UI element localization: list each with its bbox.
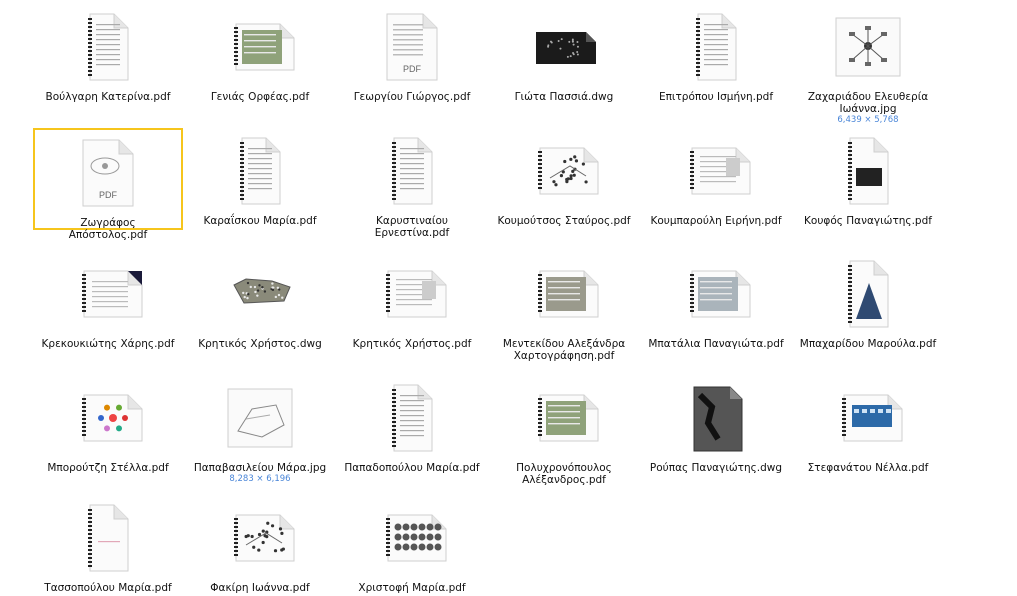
pdf-diagram-icon: PDF bbox=[48, 134, 168, 212]
file-name: Βούλγαρη Κατερίνα.pdf bbox=[33, 91, 183, 103]
file-name: Γεωργίου Γιώργος.pdf bbox=[337, 91, 487, 103]
file-name: Καρυστιναίου Ερνεστίνα.pdf bbox=[337, 215, 487, 239]
doc-landscape-flower-icon bbox=[48, 379, 168, 457]
file-item[interactable]: Φακίρη Ιωάννα.pdf bbox=[185, 499, 335, 594]
file-name: Ρούπας Παναγιώτης.dwg bbox=[641, 462, 791, 474]
file-item[interactable]: Κρεκουκιώτης Χάρης.pdf bbox=[33, 255, 183, 350]
file-item[interactable]: Καρυστιναίου Ερνεστίνα.pdf bbox=[337, 132, 487, 239]
file-item[interactable]: Βούλγαρη Κατερίνα.pdf bbox=[33, 8, 183, 103]
file-name: Πολυχρονόπουλος Αλέξανδρος.pdf bbox=[489, 462, 639, 486]
pdf-text-icon: PDF bbox=[352, 8, 472, 86]
file-name: Ζωγράφος Απόστολος.pdf bbox=[35, 217, 181, 241]
file-name: Μπατάλια Παναγιώτα.pdf bbox=[641, 338, 791, 350]
file-name: Κρητικός Χρήστος.dwg bbox=[185, 338, 335, 350]
file-item[interactable]: Μπατάλια Παναγιώτα.pdf bbox=[641, 255, 791, 350]
doc-binder-icon bbox=[352, 132, 472, 210]
dwg-map-icon bbox=[200, 255, 320, 333]
file-item[interactable]: Κρητικός Χρήστος.dwg bbox=[185, 255, 335, 350]
file-item[interactable]: Κουφός Παναγιώτης.pdf bbox=[793, 132, 943, 227]
file-name: Κρητικός Χρήστος.pdf bbox=[337, 338, 487, 350]
file-name: Χριστοφή Μαρία.pdf bbox=[337, 582, 487, 594]
dwg-dark-icon bbox=[504, 8, 624, 86]
file-item[interactable]: Παπαδοπούλου Μαρία.pdf bbox=[337, 379, 487, 474]
doc-landscape-green-icon bbox=[504, 379, 624, 457]
file-item[interactable]: Γενιάς Ορφέας.pdf bbox=[185, 8, 335, 103]
file-name: Καραΐσκου Μαρία.pdf bbox=[185, 215, 335, 227]
file-name: Στεφανάτου Νέλλα.pdf bbox=[793, 462, 943, 474]
file-item[interactable]: Ζαχαριάδου Ελευθερία Ιωάννα.jpg 6,439 × 5… bbox=[793, 8, 943, 125]
doc-landscape-icon bbox=[352, 255, 472, 333]
file-name: Ζαχαριάδου Ελευθερία Ιωάννα.jpg bbox=[793, 91, 943, 115]
doc-landscape-icon bbox=[656, 132, 776, 210]
image-diagram-icon bbox=[808, 8, 928, 86]
doc-landscape-photo-icon bbox=[656, 255, 776, 333]
doc-binder-dark-icon bbox=[808, 132, 928, 210]
file-name: Τασσοπούλου Μαρία.pdf bbox=[33, 582, 183, 594]
doc-binder-icon bbox=[352, 379, 472, 457]
image-dimensions: 6,439 × 5,768 bbox=[793, 115, 943, 125]
file-item[interactable]: Κουμούτσος Σταύρος.pdf bbox=[489, 132, 639, 227]
file-item[interactable]: Μπορούτζη Στέλλα.pdf bbox=[33, 379, 183, 474]
file-name: Γιώτα Πασσιά.dwg bbox=[489, 91, 639, 103]
file-name: Επιτρόπου Ισμήνη.pdf bbox=[641, 91, 791, 103]
doc-binder-pyramid-icon bbox=[808, 255, 928, 333]
doc-binder-icon bbox=[656, 8, 776, 86]
file-name: Μεντεκίδου Αλεξάνδρα Χαρτογράφηση.pdf bbox=[489, 338, 639, 362]
doc-landscape-blue-icon bbox=[808, 379, 928, 457]
doc-binder-icon bbox=[200, 132, 320, 210]
doc-landscape-grid-icon bbox=[352, 499, 472, 577]
dwg-grey-icon bbox=[656, 379, 776, 457]
svg-text:PDF: PDF bbox=[99, 190, 118, 200]
file-name: Παπαδοπούλου Μαρία.pdf bbox=[337, 462, 487, 474]
file-item[interactable]: Καραΐσκου Μαρία.pdf bbox=[185, 132, 335, 227]
file-name: Γενιάς Ορφέας.pdf bbox=[185, 91, 335, 103]
file-name: Παπαβασιλείου Μάρα.jpg bbox=[185, 462, 335, 474]
doc-landscape-dark-corner-icon bbox=[48, 255, 168, 333]
doc-landscape-grey-icon bbox=[504, 255, 624, 333]
doc-landscape-green-icon bbox=[200, 8, 320, 86]
file-item[interactable]: Παπαβασιλείου Μάρα.jpg 8,283 × 6,196 bbox=[185, 379, 335, 484]
file-item[interactable]: Μπαχαρίδου Μαρούλα.pdf bbox=[793, 255, 943, 350]
file-item[interactable]: Πολυχρονόπουλος Αλέξανδρος.pdf bbox=[489, 379, 639, 486]
file-item[interactable]: Επιτρόπου Ισμήνη.pdf bbox=[641, 8, 791, 103]
file-name: Κουμπαρούλη Ειρήνη.pdf bbox=[641, 215, 791, 227]
image-plan-icon bbox=[200, 379, 320, 457]
file-item[interactable]: Χριστοφή Μαρία.pdf bbox=[337, 499, 487, 594]
file-item[interactable]: Κρητικός Χρήστος.pdf bbox=[337, 255, 487, 350]
doc-binder-blank-icon bbox=[48, 499, 168, 577]
file-item[interactable]: PDF Ζωγράφος Απόστολος.pdf bbox=[33, 128, 183, 230]
file-item[interactable]: Κουμπαρούλη Ειρήνη.pdf bbox=[641, 132, 791, 227]
svg-text:PDF: PDF bbox=[403, 64, 422, 74]
file-name: Μπαχαρίδου Μαρούλα.pdf bbox=[793, 338, 943, 350]
doc-binder-icon bbox=[48, 8, 168, 86]
doc-landscape-map-icon bbox=[200, 499, 320, 577]
file-name: Κουφός Παναγιώτης.pdf bbox=[793, 215, 943, 227]
file-grid: Βούλγαρη Κατερίνα.pdf Γενιάς Ορφέας.pdf PD… bbox=[0, 0, 1017, 596]
file-item[interactable]: Τασσοπούλου Μαρία.pdf bbox=[33, 499, 183, 594]
doc-landscape-map-icon bbox=[504, 132, 624, 210]
file-item[interactable]: Στεφανάτου Νέλλα.pdf bbox=[793, 379, 943, 474]
image-dimensions: 8,283 × 6,196 bbox=[185, 474, 335, 484]
file-item[interactable]: Μεντεκίδου Αλεξάνδρα Χαρτογράφηση.pdf bbox=[489, 255, 639, 362]
file-name: Φακίρη Ιωάννα.pdf bbox=[185, 582, 335, 594]
file-item[interactable]: PDF Γεωργίου Γιώργος.pdf bbox=[337, 8, 487, 103]
file-name: Κρεκουκιώτης Χάρης.pdf bbox=[33, 338, 183, 350]
file-item[interactable]: Ρούπας Παναγιώτης.dwg bbox=[641, 379, 791, 474]
file-item[interactable]: Γιώτα Πασσιά.dwg bbox=[489, 8, 639, 103]
file-name: Μπορούτζη Στέλλα.pdf bbox=[33, 462, 183, 474]
file-name: Κουμούτσος Σταύρος.pdf bbox=[489, 215, 639, 227]
